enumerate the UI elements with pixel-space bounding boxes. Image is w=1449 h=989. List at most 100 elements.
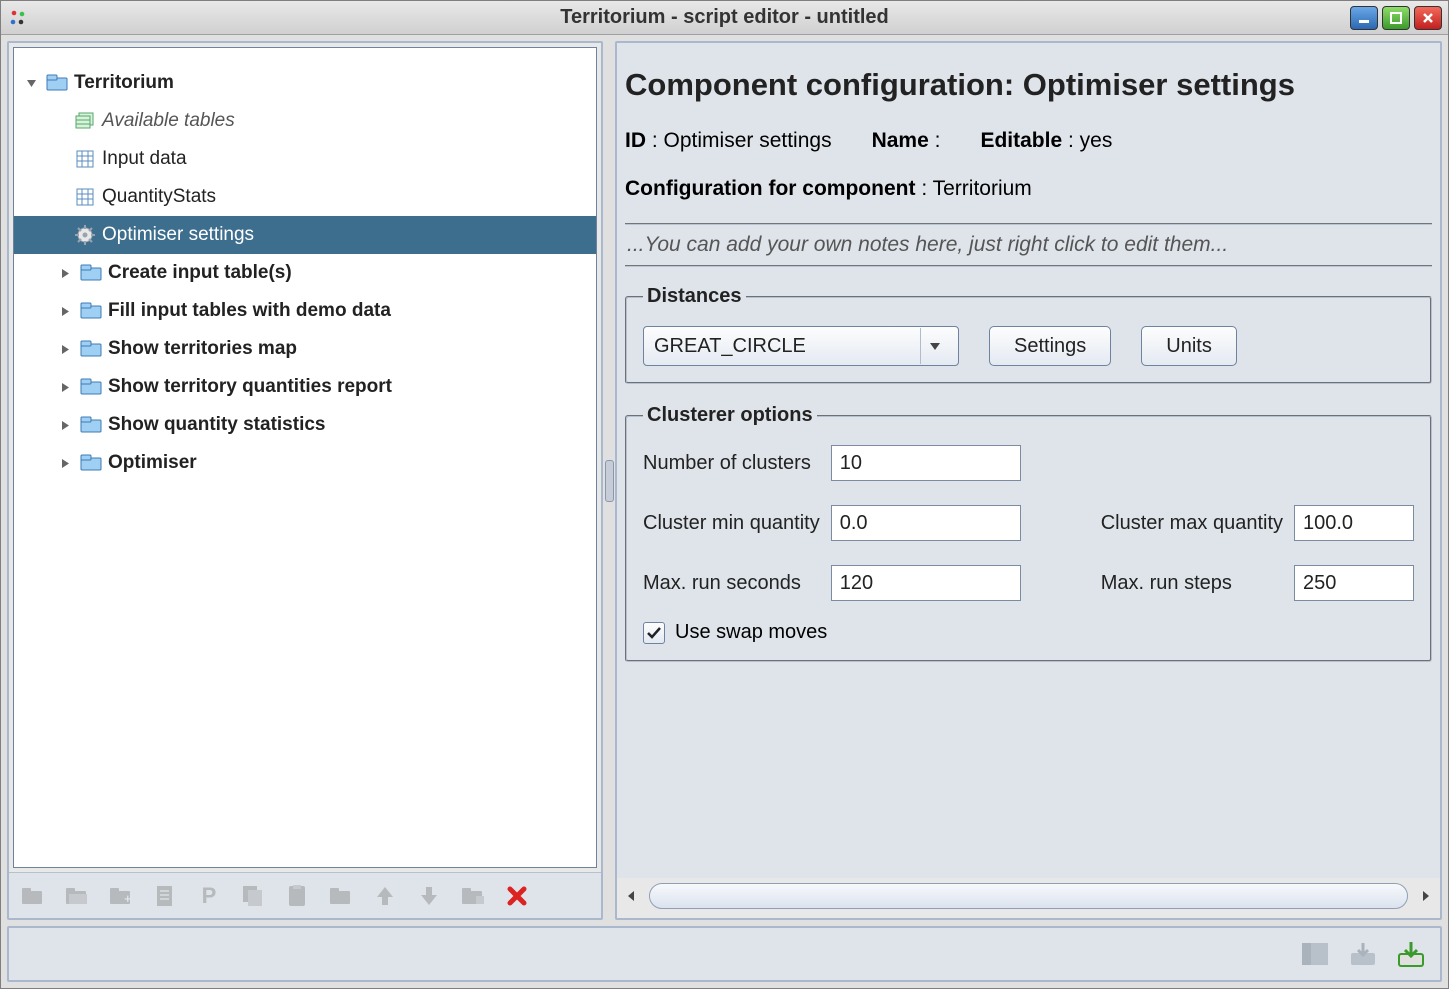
num-clusters-input[interactable] bbox=[831, 445, 1021, 481]
split-pane: Territorium Available tables bbox=[7, 41, 1442, 920]
folder-ext-button[interactable] bbox=[459, 882, 487, 910]
right-panel: Component configuration: Optimiser setti… bbox=[615, 41, 1442, 920]
tree-quantity-stats[interactable]: QuantityStats bbox=[14, 178, 596, 216]
name-label: Name bbox=[872, 129, 929, 152]
collapse-icon[interactable] bbox=[26, 78, 40, 89]
folder-icon bbox=[80, 376, 102, 398]
app-icon bbox=[7, 7, 29, 29]
new-folder-button[interactable] bbox=[19, 882, 47, 910]
num-clusters-label: Number of clusters bbox=[643, 452, 821, 475]
tree-create-input[interactable]: Create input table(s) bbox=[14, 254, 596, 292]
tree-show-report-label: Show territory quantities report bbox=[108, 376, 392, 398]
tree-optimiser-settings[interactable]: Optimiser settings bbox=[14, 216, 596, 254]
folder-icon bbox=[80, 414, 102, 436]
table-icon bbox=[74, 186, 96, 208]
tree-optimiser-label: Optimiser bbox=[108, 452, 197, 474]
expand-icon[interactable] bbox=[60, 458, 74, 469]
tree-show-map-label: Show territories map bbox=[108, 338, 297, 360]
horizontal-scrollbar[interactable] bbox=[617, 878, 1440, 918]
distance-type-combo[interactable]: GREAT_CIRCLE bbox=[643, 326, 959, 366]
expand-icon[interactable] bbox=[60, 268, 74, 279]
id-label: ID bbox=[625, 129, 646, 152]
window-title: Territorium - script editor - untitled bbox=[1, 6, 1448, 29]
max-steps-label: Max. run steps bbox=[1101, 572, 1284, 595]
clusterer-group: Clusterer options Number of clusters Clu… bbox=[625, 404, 1432, 662]
tree-input-data[interactable]: Input data bbox=[14, 140, 596, 178]
expand-icon[interactable] bbox=[60, 420, 74, 431]
maximize-button[interactable] bbox=[1382, 6, 1410, 30]
p-button[interactable]: P bbox=[195, 882, 223, 910]
folder-icon bbox=[80, 262, 102, 284]
tree-available-tables[interactable]: Available tables bbox=[14, 102, 596, 140]
id-value: Optimiser settings bbox=[664, 129, 832, 152]
tree-show-stats[interactable]: Show quantity statistics bbox=[14, 406, 596, 444]
window-root: Territorium - script editor - untitled bbox=[0, 0, 1449, 989]
tree-input-data-label: Input data bbox=[102, 148, 187, 170]
scrollbar-track[interactable] bbox=[649, 883, 1408, 909]
expand-icon[interactable] bbox=[60, 306, 74, 317]
split-handle[interactable] bbox=[603, 41, 615, 920]
distance-settings-button[interactable]: Settings bbox=[989, 326, 1111, 366]
expand-icon[interactable] bbox=[60, 344, 74, 355]
config-panel: Component configuration: Optimiser setti… bbox=[617, 43, 1440, 878]
tree-fill-demo[interactable]: Fill input tables with demo data bbox=[14, 292, 596, 330]
colon: : bbox=[1068, 129, 1080, 152]
paste-button[interactable] bbox=[283, 882, 311, 910]
folder-icon bbox=[80, 452, 102, 474]
bottom-toolbar bbox=[7, 926, 1442, 982]
tree-show-stats-label: Show quantity statistics bbox=[108, 414, 325, 436]
colon: : bbox=[935, 129, 941, 152]
swap-moves-label: Use swap moves bbox=[675, 621, 827, 644]
move-down-button[interactable] bbox=[415, 882, 443, 910]
colon: : bbox=[652, 129, 664, 152]
tables-icon bbox=[74, 110, 96, 132]
tree-optimiser-settings-label: Optimiser settings bbox=[102, 224, 254, 246]
titlebar[interactable]: Territorium - script editor - untitled bbox=[1, 1, 1448, 35]
document-button[interactable] bbox=[151, 882, 179, 910]
move-up-button[interactable] bbox=[371, 882, 399, 910]
max-steps-input[interactable] bbox=[1294, 565, 1414, 601]
editable-label: Editable bbox=[980, 129, 1062, 152]
notes-area[interactable]: ...You can add your own notes here, just… bbox=[625, 223, 1432, 267]
clusterer-legend: Clusterer options bbox=[643, 404, 817, 427]
min-qty-input[interactable] bbox=[831, 505, 1021, 541]
chevron-down-icon bbox=[920, 328, 948, 364]
max-seconds-input[interactable] bbox=[831, 565, 1021, 601]
distance-type-value: GREAT_CIRCLE bbox=[654, 335, 806, 358]
gear-icon bbox=[74, 224, 96, 246]
script-tree[interactable]: Territorium Available tables bbox=[13, 47, 597, 868]
delete-button[interactable] bbox=[503, 882, 531, 910]
minimize-button[interactable] bbox=[1350, 6, 1378, 30]
scroll-right-icon[interactable] bbox=[1414, 884, 1438, 908]
copy-button[interactable] bbox=[239, 882, 267, 910]
import-button[interactable] bbox=[1346, 937, 1380, 971]
tree-optimiser[interactable]: Optimiser bbox=[14, 444, 596, 482]
grip-icon bbox=[605, 460, 614, 502]
component-for-value: Territorium bbox=[933, 177, 1032, 200]
left-panel: Territorium Available tables bbox=[7, 41, 603, 920]
distances-legend: Distances bbox=[643, 285, 746, 308]
paste-into-button[interactable] bbox=[327, 882, 355, 910]
min-qty-label: Cluster min quantity bbox=[643, 512, 821, 535]
tree-root[interactable]: Territorium bbox=[14, 64, 596, 102]
swap-moves-checkbox[interactable] bbox=[643, 622, 665, 644]
max-qty-input[interactable] bbox=[1294, 505, 1414, 541]
expand-icon[interactable] bbox=[60, 382, 74, 393]
open-folder-button[interactable] bbox=[63, 882, 91, 910]
distance-units-button[interactable]: Units bbox=[1141, 326, 1237, 366]
max-seconds-label: Max. run seconds bbox=[643, 572, 821, 595]
add-folder-button[interactable]: + bbox=[107, 882, 135, 910]
svg-text:+: + bbox=[124, 891, 132, 906]
colon: : bbox=[921, 177, 932, 200]
scroll-left-icon[interactable] bbox=[619, 884, 643, 908]
tree-create-input-label: Create input table(s) bbox=[108, 262, 292, 284]
tree-root-label: Territorium bbox=[74, 72, 174, 94]
layout-button[interactable] bbox=[1298, 937, 1332, 971]
tree-show-report[interactable]: Show territory quantities report bbox=[14, 368, 596, 406]
tree-quantity-stats-label: QuantityStats bbox=[102, 186, 216, 208]
run-button[interactable] bbox=[1394, 937, 1428, 971]
tree-show-map[interactable]: Show territories map bbox=[14, 330, 596, 368]
max-qty-label: Cluster max quantity bbox=[1101, 512, 1284, 535]
close-button[interactable] bbox=[1414, 6, 1442, 30]
tree-fill-demo-label: Fill input tables with demo data bbox=[108, 300, 391, 322]
